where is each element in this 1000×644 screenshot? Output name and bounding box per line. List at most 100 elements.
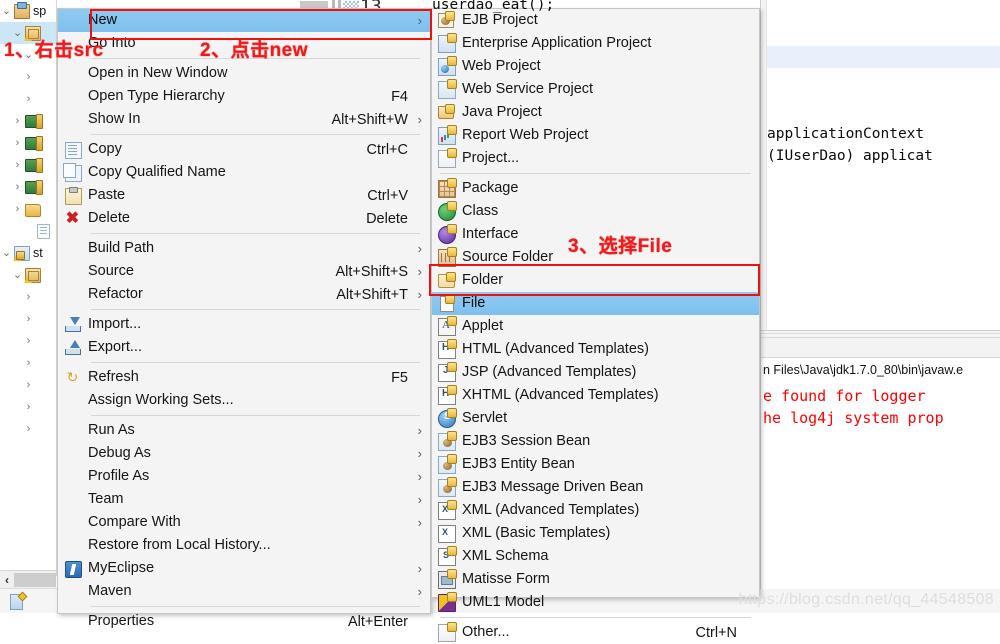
menu-item-label: Applet xyxy=(462,318,504,334)
menu-item-source[interactable]: Source Alt+Shift+S › xyxy=(58,260,430,283)
menu-item-import[interactable]: Import... xyxy=(58,313,430,336)
chevron-right-icon[interactable]: › xyxy=(22,418,35,440)
context-menu[interactable]: New › Go Into Open in New Window Open Type H… xyxy=(57,8,431,630)
tree-item[interactable]: ⌄ sp xyxy=(0,0,56,22)
menu-item-refactor[interactable]: Refactor Alt+Shift+T › xyxy=(58,283,430,306)
code-editor[interactable]: applicationContext (IUserDao) applicat xyxy=(760,0,1000,330)
tree-item[interactable]: › xyxy=(0,110,56,132)
chevron-down-icon[interactable]: ⌄ xyxy=(0,242,13,264)
menu-item-xml-basic-templates[interactable]: XML (Basic Templates) xyxy=(432,522,759,545)
tree-item[interactable]: › xyxy=(0,132,56,154)
tree-item[interactable]: › xyxy=(0,396,56,418)
chevron-right-icon[interactable]: › xyxy=(22,374,35,396)
menu-item-assign-working-sets[interactable]: Assign Working Sets... xyxy=(58,389,430,412)
tree-item[interactable]: ⌄ st xyxy=(0,242,56,264)
chevron-right-icon[interactable]: › xyxy=(22,286,35,308)
menu-item-applet[interactable]: Applet xyxy=(432,315,759,338)
scroll-thumb[interactable] xyxy=(14,573,56,587)
ejb-project-icon-glyph xyxy=(438,11,455,28)
tree-item[interactable]: › xyxy=(0,330,56,352)
tree-item[interactable]: › xyxy=(0,198,56,220)
menu-item-jsp-advanced-templates[interactable]: JSP (Advanced Templates) xyxy=(432,361,759,384)
menu-item-ejb3-entity-bean[interactable]: EJB3 Entity Bean xyxy=(432,453,759,476)
menu-item-matisse-form[interactable]: Matisse Form xyxy=(432,568,759,591)
menu-item-project[interactable]: Project... xyxy=(432,147,759,170)
chevron-right-icon[interactable]: › xyxy=(11,132,24,154)
console-tab-strip[interactable] xyxy=(761,331,1000,358)
menu-item-profile-as[interactable]: Profile As › xyxy=(58,465,430,488)
menu-item-package[interactable]: Package xyxy=(432,177,759,200)
new-badge-icon xyxy=(447,622,457,632)
menu-item-enterprise-application-project[interactable]: Enterprise Application Project xyxy=(432,32,759,55)
menu-item-web-project[interactable]: Web Project xyxy=(432,55,759,78)
console-view[interactable]: n Files\Java\jdk1.7.0_80\bin\javaw.e e f… xyxy=(760,330,1000,589)
tree-item[interactable]: › xyxy=(0,308,56,330)
menu-item-web-service-project[interactable]: Web Service Project xyxy=(432,78,759,101)
tree-item[interactable]: › xyxy=(0,286,56,308)
tree-item[interactable]: › xyxy=(0,176,56,198)
menu-item-properties[interactable]: Properties Alt+Enter xyxy=(58,610,430,633)
package-explorer[interactable]: ⌄ sp ⌄ ⌄ › › › › › › › ⌄ st ⌄ › › › › › › › xyxy=(0,0,57,576)
menu-item-debug-as[interactable]: Debug As › xyxy=(58,442,430,465)
chevron-right-icon[interactable]: › xyxy=(11,176,24,198)
chevron-right-icon[interactable]: › xyxy=(22,308,35,330)
menu-item-refresh[interactable]: ↻ Refresh F5 xyxy=(58,366,430,389)
chevron-right-icon[interactable]: › xyxy=(11,110,24,132)
jsp-icon-glyph xyxy=(438,362,457,382)
menu-item-report-web-project[interactable]: Report Web Project xyxy=(432,124,759,147)
scroll-left-arrow[interactable]: ‹ xyxy=(0,573,14,587)
chevron-right-icon[interactable]: › xyxy=(22,88,35,110)
menu-item-open-in-new-window[interactable]: Open in New Window xyxy=(58,62,430,85)
tree-item[interactable]: › xyxy=(0,66,56,88)
menu-item-ejb3-message-driven-bean[interactable]: EJB3 Message Driven Bean xyxy=(432,476,759,499)
chevron-right-icon[interactable]: › xyxy=(22,352,35,374)
menu-item-new[interactable]: New › xyxy=(58,9,430,32)
menu-item-compare-with[interactable]: Compare With › xyxy=(58,511,430,534)
menu-item-myeclipse[interactable]: MyEclipse › xyxy=(58,557,430,580)
tree-item[interactable]: › xyxy=(0,374,56,396)
menu-item-copy-qualified-name[interactable]: Copy Qualified Name xyxy=(58,161,430,184)
menu-item-ejb3-session-bean[interactable]: EJB3 Session Bean xyxy=(432,430,759,453)
menu-item-delete[interactable]: ✖ Delete Delete xyxy=(58,207,430,230)
menu-item-servlet[interactable]: Servlet xyxy=(432,407,759,430)
tree-item[interactable] xyxy=(0,220,56,242)
chevron-right-icon[interactable]: › xyxy=(22,66,35,88)
chevron-right-icon[interactable]: › xyxy=(11,198,24,220)
tree-item[interactable]: › xyxy=(0,352,56,374)
chevron-down-icon[interactable]: ⌄ xyxy=(0,0,13,22)
tree-item[interactable]: › xyxy=(0,88,56,110)
menu-item-run-as[interactable]: Run As › xyxy=(58,419,430,442)
tree-item[interactable]: ⌄ xyxy=(0,264,56,286)
menu-item-restore-from-local-history[interactable]: Restore from Local History... xyxy=(58,534,430,557)
applet-icon xyxy=(432,315,462,338)
menu-item-class[interactable]: Class xyxy=(432,200,759,223)
chevron-down-icon[interactable]: ⌄ xyxy=(11,264,24,286)
menu-item-maven[interactable]: Maven › xyxy=(58,580,430,603)
menu-item-open-type-hierarchy[interactable]: Open Type Hierarchy F4 xyxy=(58,85,430,108)
menu-item-paste[interactable]: Paste Ctrl+V xyxy=(58,184,430,207)
menu-separator xyxy=(91,415,420,416)
menu-item-show-in[interactable]: Show In Alt+Shift+W › xyxy=(58,108,430,131)
menu-item-build-path[interactable]: Build Path › xyxy=(58,237,430,260)
menu-item-other[interactable]: Other... Ctrl+N xyxy=(432,621,759,644)
menu-item-xml-advanced-templates[interactable]: XML (Advanced Templates) xyxy=(432,499,759,522)
new-submenu[interactable]: EJB Project Enterprise Application Projec… xyxy=(431,8,760,642)
menu-item-file[interactable]: File xyxy=(432,292,759,315)
menu-item-html-advanced-templates[interactable]: HTML (Advanced Templates) xyxy=(432,338,759,361)
chevron-right-icon[interactable]: › xyxy=(22,396,35,418)
menu-item-export[interactable]: Export... xyxy=(58,336,430,359)
menu-item-copy[interactable]: Copy Ctrl+C xyxy=(58,138,430,161)
menu-item-xml-schema[interactable]: XML Schema xyxy=(432,545,759,568)
copy-icon-glyph xyxy=(65,142,82,159)
menu-item-uml1-model[interactable]: UML1 Model xyxy=(432,591,759,614)
menu-item-java-project[interactable]: Java Project xyxy=(432,101,759,124)
menu-item-folder[interactable]: Folder xyxy=(432,269,759,292)
menu-item-team[interactable]: Team › xyxy=(58,488,430,511)
chevron-right-icon[interactable]: › xyxy=(11,154,24,176)
explorer-horizontal-scrollbar[interactable]: ‹ xyxy=(0,570,56,589)
tree-item[interactable]: › xyxy=(0,418,56,440)
chevron-right-icon[interactable]: › xyxy=(22,330,35,352)
new-badge-icon xyxy=(445,104,455,114)
menu-item-xhtml-advanced-templates[interactable]: XHTML (Advanced Templates) xyxy=(432,384,759,407)
tree-item[interactable]: › xyxy=(0,154,56,176)
